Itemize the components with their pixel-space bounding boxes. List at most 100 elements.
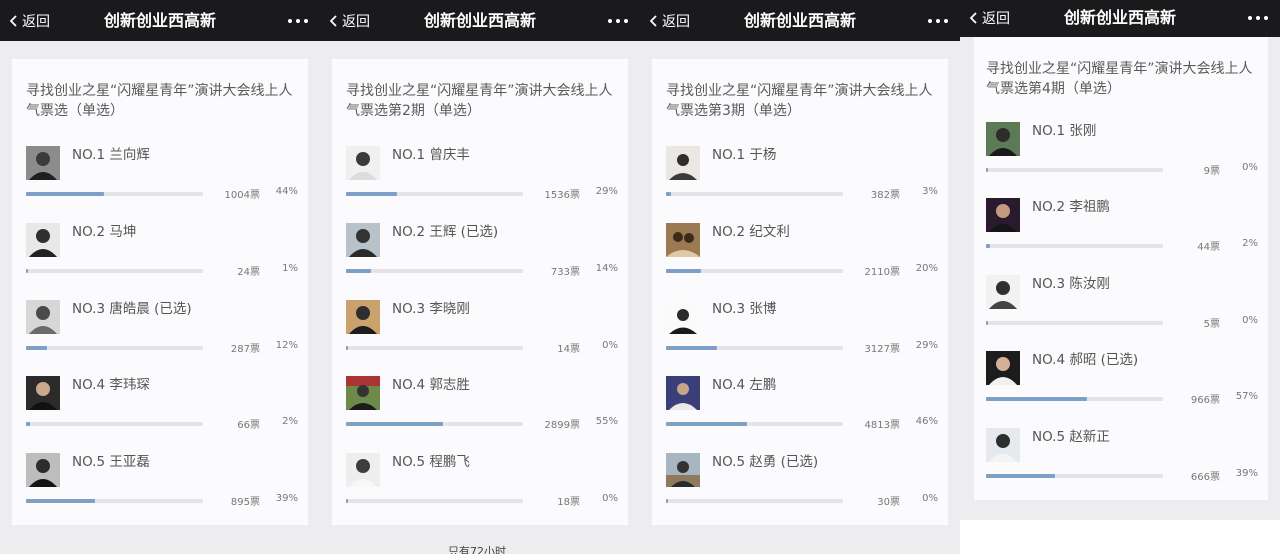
- vote-percent: 0%: [1242, 162, 1258, 173]
- phone-screen-3: 返回 创新创业西高新 寻找创业之星“闪耀星青年”演讲大会线上人气票选第3期（单选…: [640, 0, 960, 554]
- back-label: 返回: [342, 14, 370, 30]
- candidate-label: NO.3 唐皓晨 (已选): [72, 301, 192, 317]
- candidate-option[interactable]: NO.1 于杨 382票 3%: [666, 146, 938, 206]
- vote-bar-fill: [986, 244, 990, 248]
- more-options-icon[interactable]: [1248, 13, 1268, 23]
- vote-count: 5票: [1203, 319, 1220, 330]
- candidate-avatar: [26, 453, 60, 487]
- vote-percent: 39%: [1235, 468, 1258, 479]
- vote-count: 2110票: [864, 267, 900, 278]
- candidate-option[interactable]: NO.1 曾庆丰 1536票 29%: [346, 146, 618, 206]
- chevron-left-icon: [9, 15, 17, 27]
- back-button[interactable]: 返回: [8, 10, 50, 32]
- candidate-option[interactable]: NO.1 张刚 9票 0%: [986, 122, 1258, 182]
- vote-percent: 39%: [275, 493, 298, 504]
- candidate-label: NO.3 李晓刚: [392, 301, 470, 317]
- candidate-label: NO.1 兰向辉: [72, 147, 150, 163]
- vote-count: 1004票: [224, 190, 260, 201]
- candidate-label: NO.3 陈汝刚: [1032, 276, 1110, 292]
- vote-count: 733票: [550, 267, 580, 278]
- candidate-option[interactable]: NO.3 陈汝刚 5票 0%: [986, 275, 1258, 335]
- vote-bar: [346, 192, 523, 196]
- candidate-option[interactable]: NO.4 郭志胜 2899票 55%: [346, 376, 618, 436]
- vote-bar-fill: [26, 192, 104, 196]
- candidate-option[interactable]: NO.2 李祖鹏 44票 2%: [986, 198, 1258, 258]
- vote-bar: [666, 192, 843, 196]
- candidate-avatar: [666, 146, 700, 180]
- vote-count: 2899票: [544, 420, 580, 431]
- more-options-icon[interactable]: [608, 16, 628, 26]
- candidate-option[interactable]: NO.3 张博 3127票 29%: [666, 300, 938, 360]
- vote-count: 1536票: [544, 190, 580, 201]
- candidate-label: NO.5 王亚磊: [72, 454, 150, 470]
- candidate-avatar: [346, 376, 380, 410]
- vote-bar-fill: [666, 192, 671, 196]
- more-options-icon[interactable]: [928, 16, 948, 26]
- vote-count: 966票: [1190, 395, 1220, 406]
- candidate-avatar: [986, 428, 1020, 462]
- candidate-option[interactable]: NO.4 左鹏 4813票 46%: [666, 376, 938, 436]
- vote-percent: 14%: [595, 263, 618, 274]
- candidate-avatar: [666, 300, 700, 334]
- candidate-option[interactable]: NO.4 李玮琛 66票 2%: [26, 376, 298, 436]
- candidate-label: NO.3 张博: [712, 301, 777, 317]
- vote-bar: [666, 346, 843, 350]
- navbar: 返回 创新创业西高新: [960, 0, 1280, 37]
- back-button[interactable]: 返回: [328, 10, 370, 32]
- vote-percent: 0%: [922, 493, 938, 504]
- vote-bar-fill: [666, 269, 701, 273]
- vote-bar: [346, 346, 523, 350]
- vote-bar: [346, 422, 523, 426]
- candidate-option[interactable]: NO.5 王亚磊 895票 39%: [26, 453, 298, 513]
- candidate-avatar: [26, 300, 60, 334]
- candidate-label: NO.4 左鹏: [712, 377, 777, 393]
- vote-bar-fill: [26, 422, 30, 426]
- vote-bar-fill: [26, 269, 28, 273]
- vote-bar-fill: [986, 168, 988, 172]
- phone-screen-4: 返回 创新创业西高新 寻找创业之星“闪耀星青年”演讲大会线上人气票选第4期（单选…: [960, 0, 1280, 520]
- candidate-label: NO.5 赵勇 (已选): [712, 454, 819, 470]
- vote-bar-fill: [346, 422, 443, 426]
- footer-caption: 只有72小时: [448, 545, 506, 554]
- candidate-avatar: [346, 223, 380, 257]
- candidate-label: NO.4 李玮琛: [72, 377, 150, 393]
- chevron-left-icon: [969, 12, 977, 24]
- candidate-option[interactable]: NO.4 郝昭 (已选) 966票 57%: [986, 351, 1258, 411]
- navbar: 返回 创新创业西高新: [0, 0, 320, 41]
- vote-panel: 寻找创业之星“闪耀星青年”演讲大会线上人气票选第3期（单选） NO.1 于杨 3…: [652, 59, 948, 525]
- candidate-option[interactable]: NO.2 王辉 (已选) 733票 14%: [346, 223, 618, 283]
- candidate-label: NO.1 于杨: [712, 147, 777, 163]
- candidate-option[interactable]: NO.3 李晓刚 14票 0%: [346, 300, 618, 360]
- vote-count: 3127票: [864, 344, 900, 355]
- candidate-avatar: [346, 453, 380, 487]
- candidate-label: NO.4 郭志胜: [392, 377, 470, 393]
- vote-count: 895票: [230, 497, 260, 508]
- navbar: 返回 创新创业西高新: [640, 0, 960, 41]
- more-options-icon[interactable]: [288, 16, 308, 26]
- vote-count: 9票: [1203, 166, 1220, 177]
- back-button[interactable]: 返回: [968, 7, 1010, 29]
- vote-bar-fill: [346, 346, 348, 350]
- vote-bar: [26, 269, 203, 273]
- vote-bar: [26, 422, 203, 426]
- vote-percent: 0%: [602, 340, 618, 351]
- candidate-option[interactable]: NO.2 纪文利 2110票 20%: [666, 223, 938, 283]
- candidate-option[interactable]: NO.5 程鹏飞 18票 0%: [346, 453, 618, 513]
- back-label: 返回: [22, 14, 50, 30]
- vote-bar: [986, 244, 1163, 248]
- candidate-option[interactable]: NO.3 唐皓晨 (已选) 287票 12%: [26, 300, 298, 360]
- candidate-avatar: [986, 122, 1020, 156]
- candidate-option[interactable]: NO.5 赵勇 (已选) 30票 0%: [666, 453, 938, 513]
- navbar: 返回 创新创业西高新: [320, 0, 640, 41]
- vote-panel: 寻找创业之星“闪耀星青年”演讲大会线上人气票选第4期（单选） NO.1 张刚 9…: [974, 37, 1268, 500]
- candidate-label: NO.2 马坤: [72, 224, 137, 240]
- vote-panel: 寻找创业之星“闪耀星青年”演讲大会线上人气票选第2期（单选） NO.1 曾庆丰 …: [332, 59, 628, 525]
- vote-bar-fill: [346, 499, 348, 503]
- candidate-avatar: [986, 198, 1020, 232]
- candidate-option[interactable]: NO.1 兰向辉 1004票 44%: [26, 146, 298, 206]
- back-button[interactable]: 返回: [648, 10, 690, 32]
- candidate-option[interactable]: NO.2 马坤 24票 1%: [26, 223, 298, 283]
- candidate-option[interactable]: NO.5 赵新正 666票 39%: [986, 428, 1258, 488]
- vote-percent: 29%: [595, 186, 618, 197]
- vote-count: 18票: [557, 497, 580, 508]
